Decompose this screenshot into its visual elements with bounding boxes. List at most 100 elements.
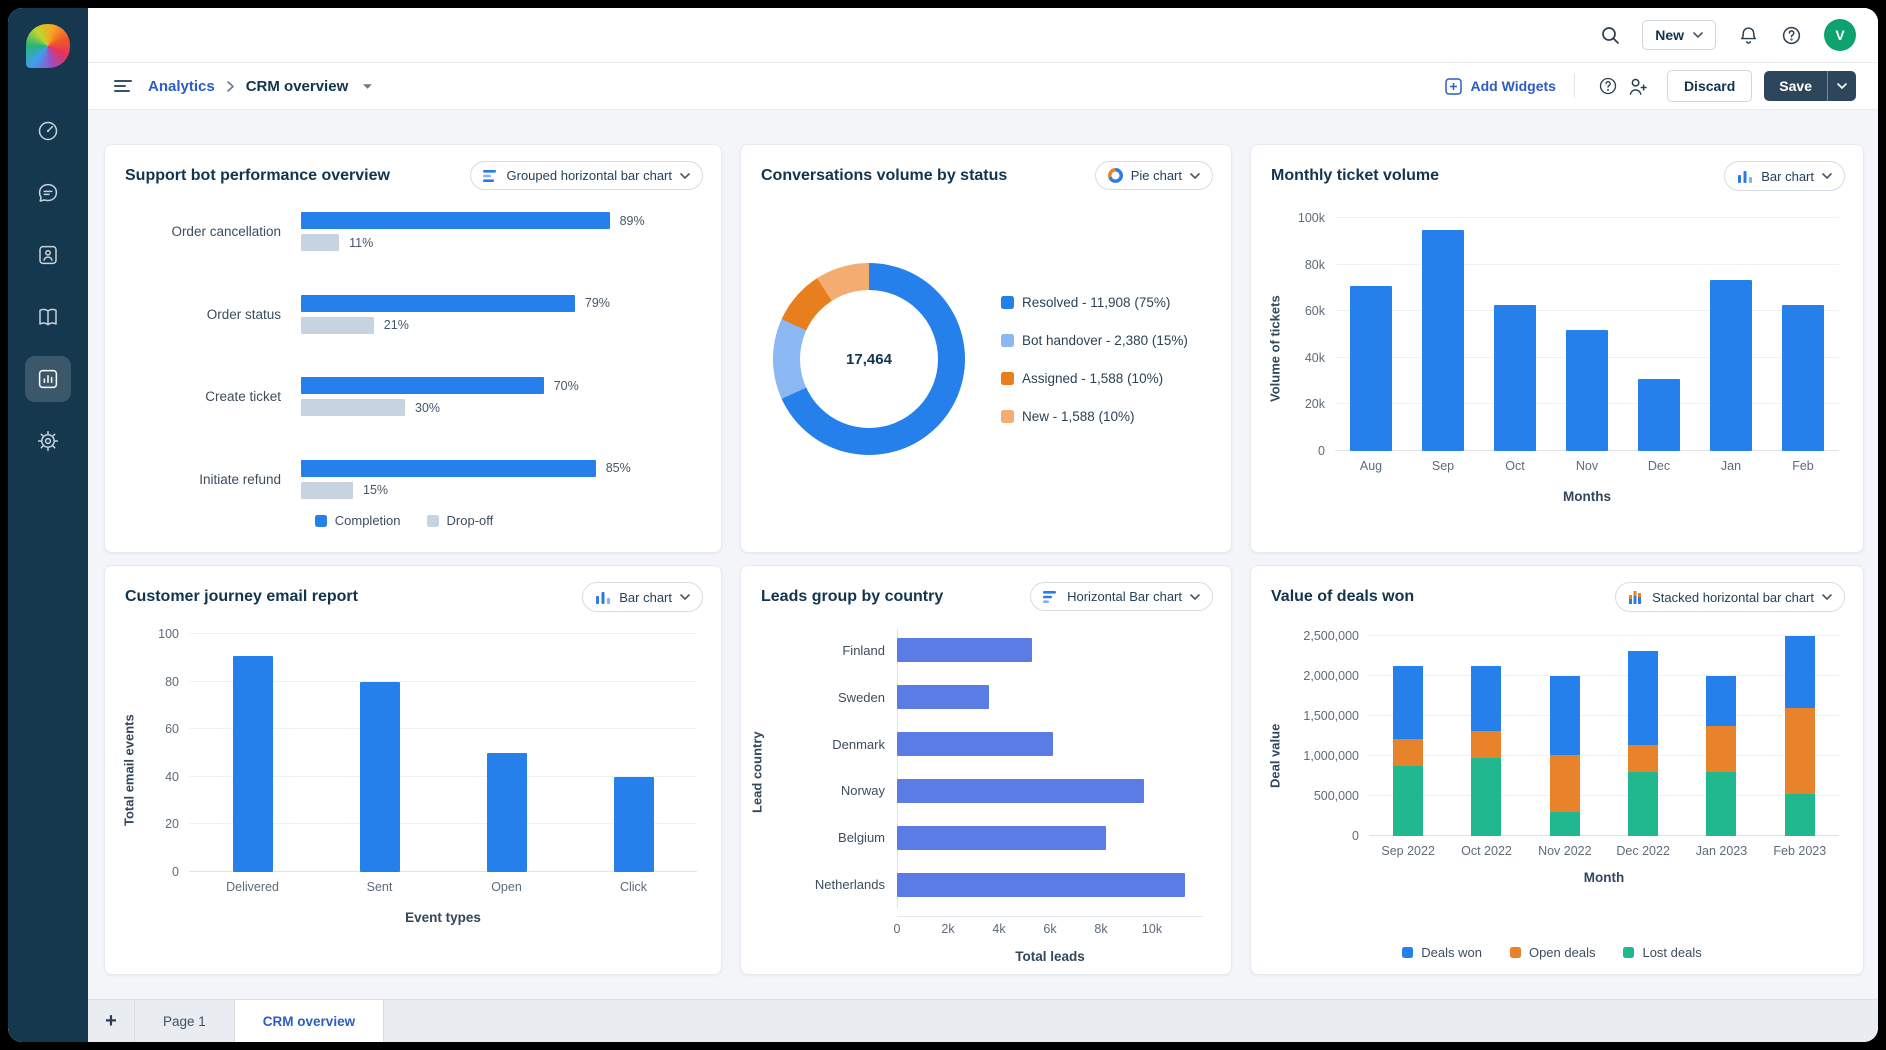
share-user-plus-icon[interactable]: [1623, 71, 1653, 101]
legend-item[interactable]: Deals won: [1402, 945, 1482, 960]
bar[interactable]: [1494, 305, 1536, 451]
add-page-button[interactable]: +: [88, 1000, 135, 1042]
legend-item[interactable]: Resolved - 11,908 (75%): [1001, 295, 1188, 310]
bar[interactable]: [301, 212, 610, 229]
add-widgets-button[interactable]: Add Widgets: [1445, 78, 1556, 95]
discard-button[interactable]: Discard: [1667, 70, 1752, 102]
x-tick-label: Aug: [1335, 459, 1407, 473]
bar[interactable]: [1422, 230, 1464, 451]
y-tick-label: 20k: [1305, 397, 1325, 411]
chart-type-label: Bar chart: [619, 590, 672, 605]
chart-type-select[interactable]: Grouped horizontal bar chart: [470, 161, 703, 190]
chart-type-select[interactable]: Bar chart: [1724, 161, 1845, 191]
widget-grid: Support bot performance overview Grouped…: [88, 110, 1878, 999]
chart-type-select[interactable]: Horizontal Bar chart: [1030, 582, 1213, 611]
pages-tab-bar: + Page 1 CRM overview: [88, 999, 1878, 1042]
legend-item[interactable]: Drop-off: [427, 513, 494, 528]
bar[interactable]: [301, 377, 544, 394]
category-label: Finland: [767, 643, 897, 658]
tab-crm-overview[interactable]: CRM overview: [235, 1000, 384, 1042]
chart-type-select[interactable]: Pie chart: [1095, 161, 1213, 190]
stacked-bar[interactable]: [1785, 636, 1815, 836]
legend-item[interactable]: Completion: [315, 513, 401, 528]
bar-segment: [1785, 794, 1815, 836]
sidebar-item-knowledge-base[interactable]: [25, 294, 71, 340]
stacked-bar[interactable]: [1393, 666, 1423, 836]
legend-item[interactable]: New - 1,588 (10%): [1001, 409, 1188, 424]
y-tick-label: 100k: [1298, 211, 1325, 225]
widget-help-icon[interactable]: [1593, 71, 1623, 101]
bar[interactable]: [897, 638, 1032, 662]
donut[interactable]: 17,464: [773, 263, 965, 455]
sidebar-item-conversations[interactable]: [25, 170, 71, 216]
bar[interactable]: [301, 317, 374, 334]
x-tick-labels: AugSepOctNovDecJanFeb: [1335, 459, 1839, 473]
widget-title: Conversations volume by status: [761, 167, 1007, 185]
user-avatar[interactable]: V: [1824, 19, 1856, 51]
bar[interactable]: [301, 460, 596, 477]
legend-swatch: [1001, 296, 1014, 309]
legend-item[interactable]: Open deals: [1510, 945, 1596, 960]
bar[interactable]: [897, 873, 1185, 897]
sidebar-item-dashboard[interactable]: [25, 108, 71, 154]
bar[interactable]: [360, 682, 400, 872]
legend-label: Assigned - 1,588 (10%): [1022, 371, 1163, 386]
chart-type-select[interactable]: Bar chart: [582, 582, 703, 612]
search-icon[interactable]: [1601, 26, 1620, 45]
bar[interactable]: [1566, 330, 1608, 451]
bar[interactable]: [897, 685, 989, 709]
chevron-down-icon: [1837, 83, 1847, 89]
x-tick-label: Dec: [1623, 459, 1695, 473]
pie-chart: 17,464 Resolved - 11,908 (75%) Bot hando…: [741, 194, 1231, 552]
panel-toggle-icon[interactable]: [114, 79, 132, 93]
stacked-bar[interactable]: [1706, 676, 1736, 836]
stacked-bar[interactable]: [1550, 676, 1580, 836]
chart-row: Netherlands: [767, 873, 1203, 897]
legend-item[interactable]: Lost deals: [1623, 945, 1701, 960]
chevron-down-icon: [1190, 594, 1200, 600]
bar[interactable]: [233, 656, 273, 872]
freshworks-logo-icon[interactable]: [26, 24, 70, 68]
y-tick-label: 80k: [1305, 258, 1325, 272]
y-axis-label: Volume of tickets: [1265, 201, 1285, 496]
bar[interactable]: [1638, 379, 1680, 451]
stacked-bar[interactable]: [1471, 666, 1501, 836]
bar[interactable]: [301, 234, 339, 251]
x-axis-label: Months: [1335, 489, 1839, 504]
bar[interactable]: [1782, 305, 1824, 451]
bar[interactable]: [301, 399, 405, 416]
bar[interactable]: [897, 779, 1144, 803]
bar[interactable]: [897, 826, 1106, 850]
x-tick-label: Sep 2022: [1369, 844, 1447, 858]
legend-label: Open deals: [1529, 945, 1596, 960]
sidebar-item-analytics[interactable]: [25, 356, 71, 402]
chart-type-label: Bar chart: [1761, 169, 1814, 184]
bar[interactable]: [1350, 286, 1392, 451]
sidebar-item-contacts[interactable]: [25, 232, 71, 278]
new-button[interactable]: New: [1642, 20, 1716, 50]
sidebar-item-settings[interactable]: [25, 418, 71, 464]
dashboard-switcher-caret-icon[interactable]: [362, 83, 373, 90]
tab-page-1[interactable]: Page 1: [135, 1000, 235, 1042]
save-button[interactable]: Save: [1764, 71, 1827, 101]
x-tick-label: 10k: [1142, 922, 1162, 936]
bar[interactable]: [487, 753, 527, 872]
legend-item[interactable]: Bot handover - 2,380 (15%): [1001, 333, 1188, 348]
bar-segment: [1706, 676, 1736, 726]
stacked-bar[interactable]: [1628, 651, 1658, 836]
help-icon[interactable]: [1781, 25, 1802, 46]
chart-row: Sweden: [767, 685, 1203, 709]
category-label: Order cancellation: [113, 224, 301, 239]
bar[interactable]: [897, 732, 1053, 756]
breadcrumb-analytics-link[interactable]: Analytics: [148, 78, 215, 95]
grouped-bar-chart: Order cancellation89%11%Order status79%2…: [105, 194, 721, 552]
main-area: New V Analytics CRM overview: [88, 8, 1878, 1042]
bar[interactable]: [301, 295, 575, 312]
bar[interactable]: [1710, 280, 1752, 451]
chart-type-select[interactable]: Stacked horizontal bar chart: [1615, 582, 1845, 612]
bar[interactable]: [614, 777, 654, 872]
bar[interactable]: [301, 482, 353, 499]
legend-item[interactable]: Assigned - 1,588 (10%): [1001, 371, 1188, 386]
notifications-bell-icon[interactable]: [1738, 25, 1759, 46]
save-options-caret[interactable]: [1827, 71, 1856, 101]
